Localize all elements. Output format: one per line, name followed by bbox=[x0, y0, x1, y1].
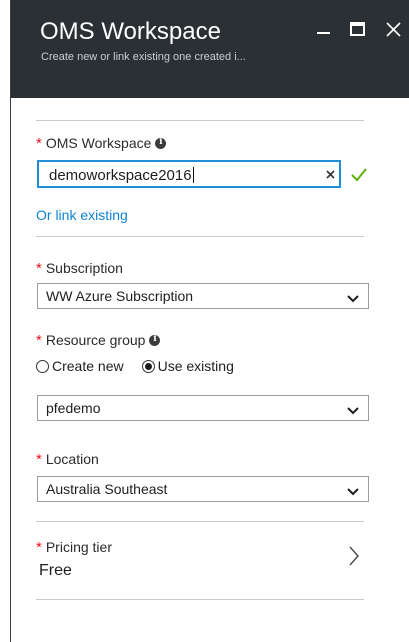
maximize-icon[interactable] bbox=[347, 19, 369, 41]
oms-workspace-blade: OMS Workspace Create new or link existin… bbox=[10, 0, 409, 642]
resource-group-options: Create new Use existing bbox=[36, 358, 234, 374]
pricing-tier-label[interactable]: * Pricing tier bbox=[36, 539, 112, 556]
location-label: * Location bbox=[36, 451, 99, 468]
subscription-dropdown[interactable]: WW Azure Subscription bbox=[37, 283, 369, 309]
pricing-tier-value[interactable]: Free bbox=[39, 562, 72, 580]
resource-group-value: pfedemo bbox=[46, 400, 101, 416]
location-dropdown[interactable]: Australia Southeast bbox=[37, 476, 369, 502]
required-marker: * bbox=[36, 260, 42, 277]
minimize-icon[interactable] bbox=[313, 19, 335, 41]
create-new-radio[interactable]: Create new bbox=[36, 358, 124, 374]
required-marker: * bbox=[36, 135, 42, 152]
location-value: Australia Southeast bbox=[46, 481, 168, 497]
subscription-label: * Subscription bbox=[36, 260, 123, 277]
required-marker: * bbox=[36, 539, 42, 556]
workspace-label: * OMS Workspace bbox=[36, 135, 167, 152]
chevron-down-icon bbox=[347, 484, 359, 496]
subscription-value: WW Azure Subscription bbox=[46, 288, 194, 304]
checkmark-icon bbox=[349, 166, 369, 184]
use-existing-radio[interactable]: Use existing bbox=[141, 358, 234, 374]
info-icon[interactable] bbox=[155, 137, 167, 149]
section-divider bbox=[36, 236, 364, 237]
section-divider bbox=[36, 521, 364, 522]
chevron-down-icon bbox=[347, 403, 359, 415]
workspace-name-value: demoworkspace2016 bbox=[49, 167, 192, 184]
section-divider bbox=[36, 599, 364, 600]
resource-group-dropdown[interactable]: pfedemo bbox=[37, 395, 369, 421]
required-marker: * bbox=[36, 332, 42, 349]
section-divider bbox=[36, 120, 364, 121]
blade-title: OMS Workspace bbox=[40, 18, 221, 45]
close-icon[interactable] bbox=[383, 19, 405, 41]
clear-icon[interactable] bbox=[324, 166, 338, 182]
blade-header: OMS Workspace Create new or link existin… bbox=[11, 0, 409, 98]
resource-group-label: * Resource group bbox=[36, 332, 161, 349]
link-existing-link[interactable]: Or link existing bbox=[36, 207, 128, 223]
chevron-right-icon[interactable] bbox=[347, 544, 361, 568]
info-icon[interactable] bbox=[149, 334, 161, 346]
chevron-down-icon bbox=[347, 291, 359, 303]
required-marker: * bbox=[36, 451, 42, 468]
workspace-name-input[interactable]: demoworkspace2016 bbox=[37, 160, 341, 188]
blade-subtitle: Create new or link existing one created … bbox=[41, 51, 246, 63]
